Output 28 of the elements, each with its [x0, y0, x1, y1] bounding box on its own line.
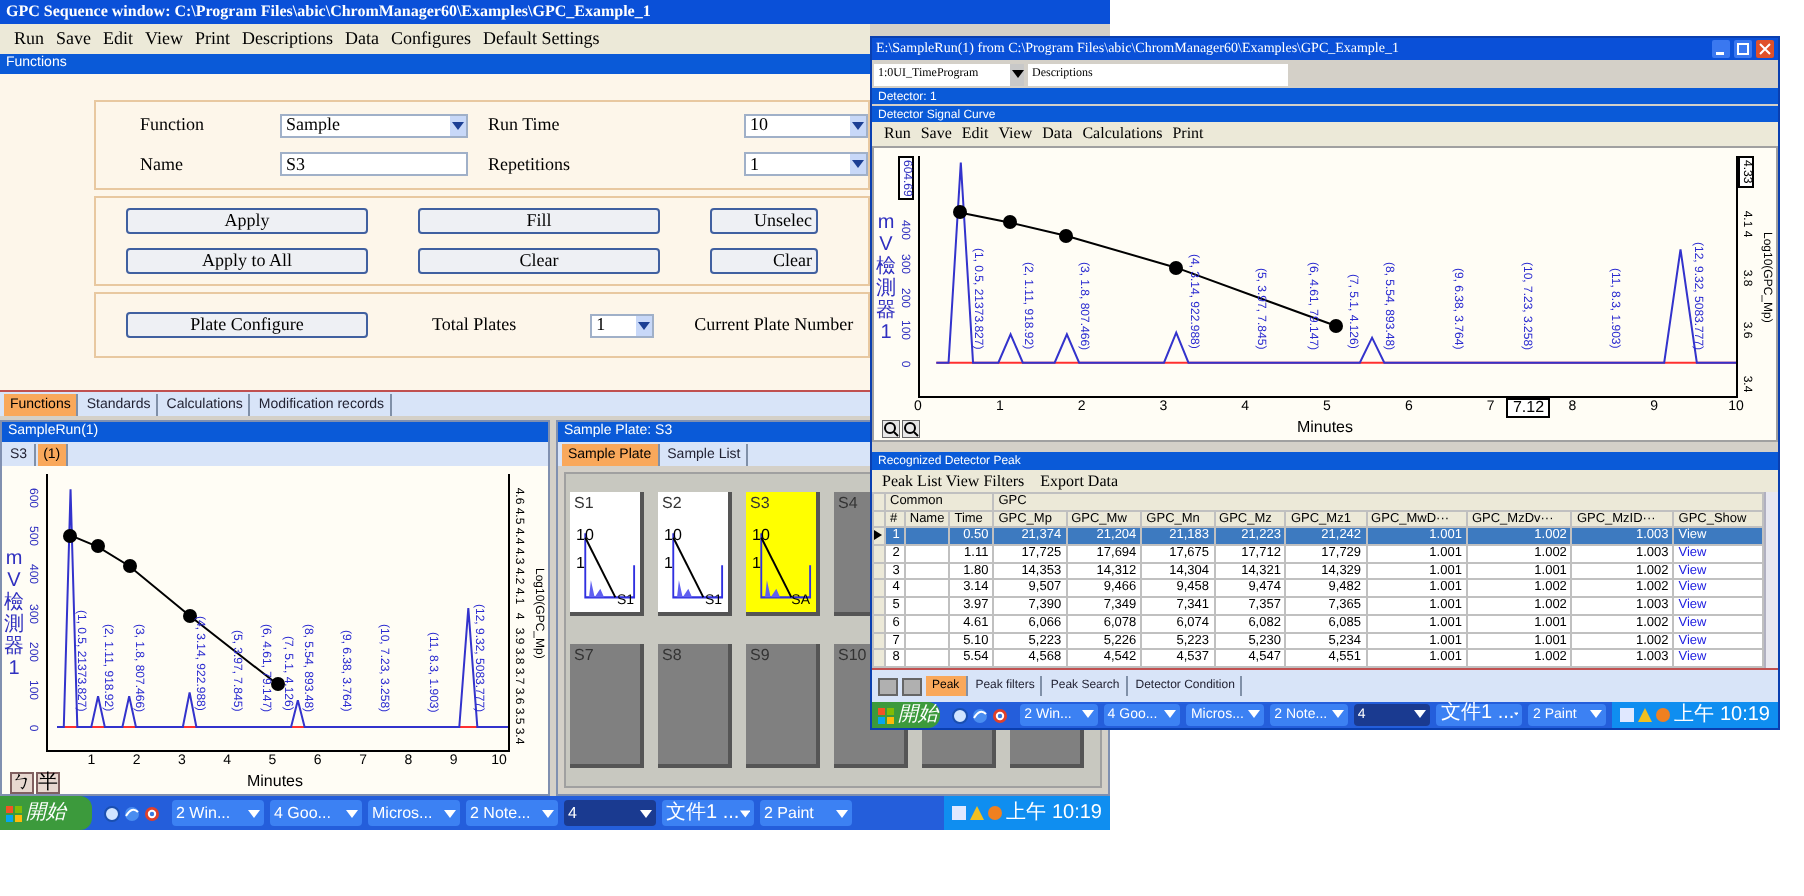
thumbnail-label: 10: [664, 528, 682, 544]
well-label: S10: [838, 648, 867, 664]
cursor-readout: 7.12: [1506, 398, 1551, 418]
thumbnail-label: 1: [664, 556, 673, 572]
thumbnail-label: 10: [576, 528, 594, 544]
clock: 上午 10:19: [1674, 705, 1770, 725]
axis-label: Minutes: [244, 774, 305, 790]
well-label: S7: [574, 648, 594, 664]
well-label: S1: [574, 496, 594, 512]
axis-label: mV 檢測器 1: [4, 547, 24, 679]
axis-label: mV 檢測器 1: [876, 211, 896, 343]
field-label: Repetitions: [486, 155, 572, 174]
well-label: S8: [662, 648, 682, 664]
field-label: Name: [140, 155, 185, 174]
field-label: Total Plates: [432, 316, 517, 334]
well-label: S2: [662, 496, 682, 512]
thumbnail-label: 1: [576, 556, 585, 572]
window-title: GPC Sequence window: C:\Program Files\abic\ChromManager60\Examples\GPC_Example_1: [0, 0, 1110, 24]
field-label: Run Time: [486, 116, 562, 135]
axis-label: Minutes: [1294, 420, 1355, 436]
field-label: Function: [140, 116, 207, 135]
well-label: S9: [750, 648, 770, 664]
field-label: Current Plate Number: [694, 316, 854, 334]
thumbnail-label: 10: [752, 528, 770, 544]
thumbnail-label: 1: [752, 556, 761, 572]
well-label: S3: [750, 496, 770, 512]
well-label: S4: [838, 496, 858, 512]
clock: 上午 10:19: [1006, 803, 1102, 823]
